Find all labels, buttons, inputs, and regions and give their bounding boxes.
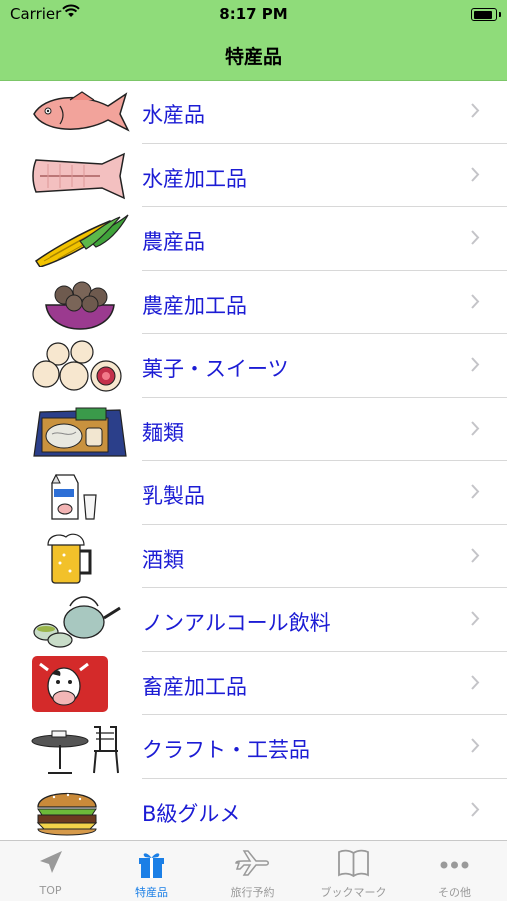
chevron-right-icon bbox=[471, 103, 480, 118]
status-bar: Carrier 8:17 PM bbox=[0, 0, 507, 30]
corn-icon bbox=[34, 214, 129, 267]
daifuku-icon bbox=[32, 340, 122, 392]
list-item-label: 農産加工品 bbox=[142, 293, 247, 318]
tab-label: ブックマーク bbox=[320, 886, 387, 899]
chevron-right-icon bbox=[471, 357, 480, 372]
chevron-right-icon bbox=[471, 230, 480, 245]
list-item-soft-drinks[interactable]: ノンアルコール飲料 bbox=[0, 588, 507, 652]
tab-more[interactable]: その他 bbox=[404, 841, 505, 901]
tab-label: TOP bbox=[39, 884, 62, 897]
list-item-label: B級グルメ bbox=[142, 801, 241, 826]
list-item-seafood[interactable]: 水産品 bbox=[0, 80, 507, 144]
list-item-noodles[interactable]: 麺類 bbox=[0, 398, 507, 461]
list-item-label: ノンアルコール飲料 bbox=[142, 611, 331, 635]
chevron-right-icon bbox=[471, 611, 480, 626]
clock: 8:17 PM bbox=[219, 5, 288, 23]
list-item-b-gourmet[interactable]: B級グルメ bbox=[0, 779, 507, 841]
tab-label: その他 bbox=[438, 886, 471, 899]
list-item-processed-seafood[interactable]: 水産加工品 bbox=[0, 144, 507, 207]
teapot-icon bbox=[33, 596, 121, 648]
list-item-processed-agricultural[interactable]: 農産加工品 bbox=[0, 271, 507, 334]
tab-top[interactable]: TOP bbox=[0, 841, 101, 901]
chevron-right-icon bbox=[471, 420, 480, 436]
book-icon bbox=[338, 849, 369, 878]
gift-icon bbox=[139, 853, 164, 878]
list-item-label: 水産加工品 bbox=[142, 166, 247, 191]
milk-icon bbox=[51, 473, 97, 520]
tab-label: 旅行予約 bbox=[230, 886, 275, 899]
table-chair-icon bbox=[31, 726, 119, 774]
list-item-label: 菓子・スイーツ bbox=[142, 357, 289, 381]
dried-fish-icon bbox=[32, 152, 125, 199]
list-item-label: 農産品 bbox=[142, 230, 205, 254]
tab-travel-booking[interactable]: 旅行予約 bbox=[202, 841, 303, 901]
category-list: 水産品 水産加工品 農産品 農産加工品 菓子・スイーツ 麺類 乳製品 酒類 ノン… bbox=[0, 80, 507, 840]
tab-label: 特産品 bbox=[135, 886, 168, 899]
list-item-label: 水産品 bbox=[142, 103, 205, 127]
list-item-label: 畜産加工品 bbox=[142, 674, 247, 699]
chevron-right-icon bbox=[471, 484, 480, 499]
tab-specialties[interactable]: 特産品 bbox=[101, 841, 202, 901]
chevron-right-icon bbox=[471, 738, 480, 753]
taro-bowl-icon bbox=[45, 281, 115, 330]
more-dots-icon bbox=[440, 861, 469, 869]
fish-icon bbox=[33, 91, 130, 132]
list-item-label: 乳製品 bbox=[142, 484, 205, 508]
battery-tip bbox=[499, 12, 501, 17]
list-item-label: クラフト・工芸品 bbox=[142, 738, 310, 762]
tab-bar: TOP 特産品 旅行予約 ブックマーク その他 bbox=[0, 840, 507, 901]
tab-bookmarks[interactable]: ブックマーク bbox=[303, 841, 404, 901]
chevron-right-icon bbox=[471, 166, 480, 182]
beef-cow-icon bbox=[32, 655, 108, 712]
list-item-sweets[interactable]: 菓子・スイーツ bbox=[0, 334, 507, 398]
navigation-arrow-icon bbox=[40, 851, 62, 873]
chevron-right-icon bbox=[471, 801, 480, 817]
chevron-right-icon bbox=[471, 293, 480, 309]
list-item-label: 酒類 bbox=[142, 547, 184, 572]
page-title: 特産品 bbox=[224, 46, 282, 68]
list-item-alcohol[interactable]: 酒類 bbox=[0, 525, 507, 588]
list-item-agricultural[interactable]: 農産品 bbox=[0, 207, 507, 271]
beer-mug-icon bbox=[47, 533, 92, 584]
chevron-right-icon bbox=[471, 674, 480, 690]
list-item-livestock[interactable]: 畜産加工品 bbox=[0, 652, 507, 715]
noodle-tray-icon bbox=[33, 407, 127, 457]
list-item-crafts[interactable]: クラフト・工芸品 bbox=[0, 715, 507, 779]
navigation-bar: 特産品 bbox=[0, 30, 507, 81]
battery-icon bbox=[471, 8, 497, 21]
list-item-label: 麺類 bbox=[142, 420, 184, 445]
list-item-dairy[interactable]: 乳製品 bbox=[0, 461, 507, 525]
burger-icon bbox=[36, 792, 98, 835]
airplane-icon bbox=[235, 850, 269, 876]
chevron-right-icon bbox=[471, 547, 480, 563]
